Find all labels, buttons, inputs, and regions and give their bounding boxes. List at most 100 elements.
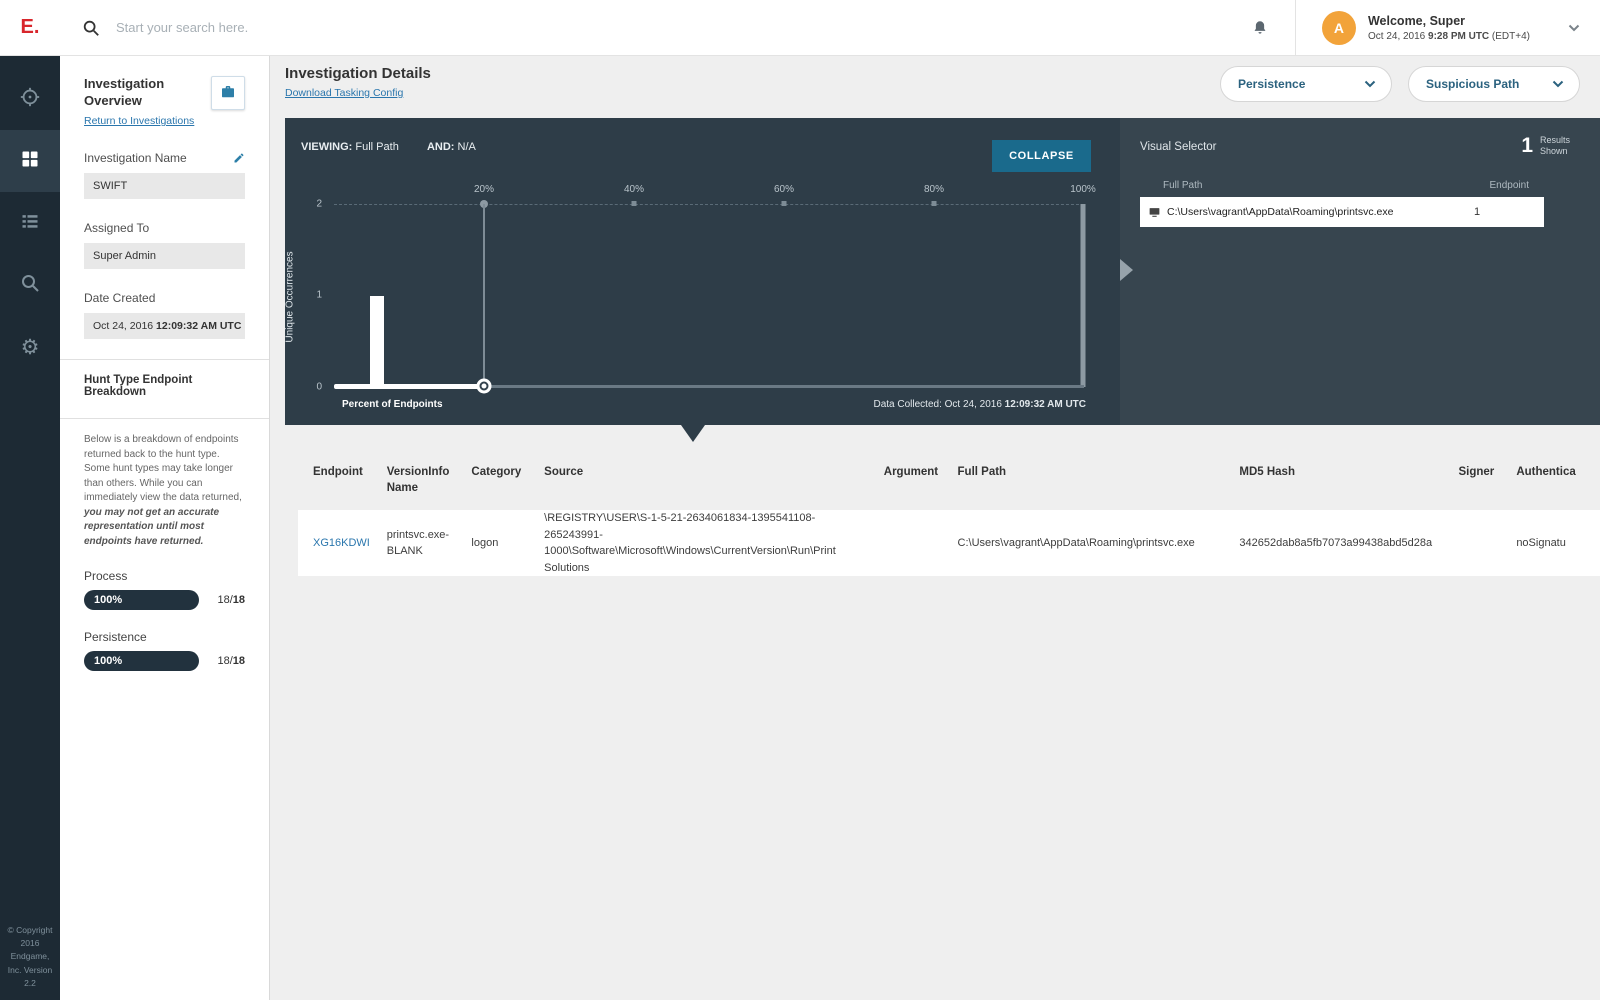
user-date: Oct 24, 2016 — [1367, 30, 1429, 42]
cell-source: \REGISTRY\USER\S-1-5-21-2634061834-13955… — [544, 512, 836, 574]
persistence-progress-pill: 100% — [84, 651, 199, 671]
cell-authenticated: noSignatu — [1516, 536, 1566, 549]
results-shown: 1 Results Shown — [1521, 134, 1578, 158]
and-label: AND: — [426, 141, 455, 153]
cell-full-path: C:\Users\vagrant\AppData\Roaming\printsv… — [957, 536, 1195, 549]
nav-item-hunt[interactable] — [0, 68, 60, 130]
visual-selector-section: Visual Selector 1 Results Shown Full Pat… — [1120, 118, 1600, 425]
topbar-divider — [1294, 0, 1296, 56]
col-endpoint: Endpoint — [313, 466, 363, 478]
process-count: 18/18 — [217, 594, 245, 606]
copyright-text: © Copyright 2016 Endgame, Inc. Version 2… — [7, 925, 53, 988]
grid-dot — [781, 201, 787, 206]
user-info: Welcome, Super Oct 24, 2016 9:28 PM UTC … — [1368, 14, 1530, 42]
chart-panel: VIEWING: Full Path AND: N/A COLLAPSE Uni… — [285, 118, 1600, 425]
table-row[interactable]: XG16KDWI printsvc.exe-BLANK logon \REGIS… — [298, 510, 1600, 577]
user-timezone: (EDT+4) — [1489, 30, 1530, 42]
y-tick: 2 — [316, 198, 322, 210]
search-icon — [20, 273, 40, 298]
vs-row-endpoint-count: 1 — [1474, 206, 1481, 218]
download-tasking-config-link[interactable]: Download Tasking Config — [285, 87, 403, 99]
nav-items: ⚙ — [0, 68, 60, 378]
vs-col-endpoint: Endpoint — [1489, 180, 1529, 191]
search-input[interactable] — [116, 20, 1251, 35]
hunt-icon — [19, 86, 41, 113]
left-nav: E. ⚙ © Copyright 2016 Endgame, Inc. Vers… — [0, 0, 60, 1000]
results-table-header: Endpoint VersionInfo Name Category Sourc… — [298, 451, 1600, 496]
nav-item-search[interactable] — [0, 254, 60, 316]
cell-versioninfo-name: printsvc.exe-BLANK — [386, 528, 450, 558]
process-progress-pill: 100% — [84, 590, 199, 610]
process-meter: 100% 18/18 — [84, 590, 245, 610]
results-count: 1 — [1521, 134, 1533, 157]
logo-text: E. — [20, 16, 40, 38]
visual-selector-row[interactable]: C:\Users\vagrant\AppData\Roaming\printsv… — [1140, 197, 1544, 227]
search-icon — [82, 19, 100, 37]
x-tick: 20% — [473, 184, 495, 195]
user-menu[interactable]: A Welcome, Super Oct 24, 2016 9:28 PM UT… — [1321, 10, 1580, 45]
slider-handle[interactable] — [476, 378, 492, 394]
avatar[interactable]: A — [1321, 10, 1356, 45]
app-logo[interactable]: E. — [0, 0, 60, 56]
col-full-path: Full Path — [957, 466, 1007, 478]
date-created-time: 12:09:32 AM UTC — [156, 320, 242, 332]
investigation-name-label-row: Investigation Name — [84, 151, 245, 165]
edit-pencil-icon[interactable] — [233, 152, 245, 164]
process-meter-label: Process — [84, 569, 128, 583]
persistence-meter-label: Persistence — [84, 630, 147, 644]
rule-dropdown[interactable]: Suspicious Path — [1408, 66, 1580, 102]
chevron-down-icon[interactable] — [1568, 24, 1580, 32]
persistence-meter: 100% 18/18 — [84, 651, 245, 671]
nav-item-endpoints[interactable] — [0, 192, 60, 254]
gear-icon: ⚙ — [20, 335, 40, 359]
occurrences-chart: Unique Occurrences 20% 40% 60% 80% 100% … — [285, 184, 1096, 394]
sidebar-divider — [60, 359, 269, 360]
date-created-value: Oct 24, 2016 12:09:32 AM UTC — [84, 313, 245, 339]
col-source: Source — [544, 466, 584, 478]
investigation-name-field[interactable] — [84, 173, 245, 199]
hunt-type-dropdown[interactable]: Persistence — [1220, 66, 1392, 102]
chart-section: VIEWING: Full Path AND: N/A COLLAPSE Uni… — [285, 118, 1133, 425]
y-tick: 0 — [316, 381, 322, 393]
nav-item-settings[interactable]: ⚙ — [0, 316, 60, 378]
endpoint-icon — [1148, 206, 1161, 219]
x-axis-line — [484, 385, 1084, 388]
viewing-label: VIEWING: — [301, 141, 353, 153]
viewing-value: Full Path — [355, 141, 399, 153]
grid-dot — [931, 201, 937, 206]
grid-dot — [631, 201, 637, 206]
slider-vertical-line[interactable] — [483, 204, 485, 387]
main-content: Investigation Details Download Tasking C… — [270, 56, 1600, 1000]
results-table: Endpoint VersionInfo Name Category Sourc… — [298, 451, 1600, 577]
cell-category: logon — [471, 536, 499, 549]
vs-row-full-path: C:\Users\vagrant\AppData\Roaming\printsv… — [1167, 206, 1394, 218]
occurrence-bar[interactable] — [370, 296, 384, 387]
date-created-date: Oct 24, 2016 — [93, 320, 154, 332]
nav-item-investigations[interactable] — [0, 130, 60, 192]
page-title: Investigation Details — [285, 65, 431, 82]
hunt-type-dropdown-label: Persistence — [1238, 77, 1306, 91]
x-tick: 40% — [623, 184, 645, 195]
return-to-investigations-link[interactable]: Return to Investigations — [84, 115, 194, 127]
endpoint-link[interactable]: XG16KDWI — [313, 537, 370, 549]
briefcase-button[interactable] — [211, 76, 245, 110]
assigned-to-field[interactable] — [84, 243, 245, 269]
x-tick: 100% — [1070, 184, 1096, 195]
right-boundary-line — [1080, 204, 1086, 387]
avatar-initial: A — [1333, 19, 1345, 36]
collapse-button[interactable]: COLLAPSE — [992, 140, 1091, 172]
gridline-dashed — [334, 204, 1084, 205]
data-collected-text: Data Collected: Oct 24, 2016 12:09:32 AM… — [873, 399, 1086, 410]
col-category: Category — [471, 466, 522, 478]
sidebar-title: Investigation Overview — [84, 76, 165, 108]
vs-col-full-path: Full Path — [1163, 180, 1203, 191]
cell-md5-hash: 342652dab8a5fb7073a99438abd5d28a — [1239, 536, 1433, 549]
results-label: Results Shown — [1540, 135, 1571, 156]
x-tick: 60% — [773, 184, 795, 195]
assigned-to-label: Assigned To — [84, 221, 150, 235]
x-tick: 80% — [923, 184, 945, 195]
notifications-bell-icon[interactable] — [1251, 19, 1269, 37]
top-bar: A Welcome, Super Oct 24, 2016 9:28 PM UT… — [60, 0, 1600, 56]
and-value: N/A — [457, 141, 476, 153]
chevron-down-icon — [1552, 77, 1564, 91]
